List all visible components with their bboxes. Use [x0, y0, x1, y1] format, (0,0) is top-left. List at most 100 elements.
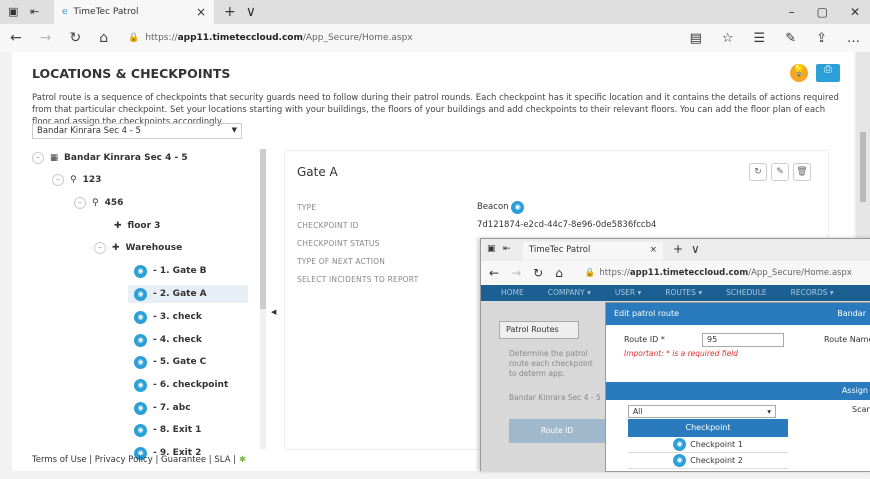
forward-icon[interactable]: →	[40, 30, 52, 46]
refresh-icon[interactable]: ↻	[533, 266, 543, 280]
browser-tab[interactable]: e TimeTec Patrol ×	[54, 0, 214, 24]
reading-view-icon[interactable]: ▤	[690, 31, 702, 46]
beacon-icon: ◉	[134, 264, 147, 278]
checkpoint-list: Checkpoint ◉ Checkpoint 1 ◉ Checkpoint 2	[628, 419, 788, 479]
tips-bulb-icon[interactable]: 💡	[790, 64, 808, 82]
terms-link[interactable]: Terms of Use	[32, 455, 87, 465]
tab-actions-icon[interactable]: ▣	[487, 244, 496, 254]
route-id-label: Route ID *	[624, 335, 665, 344]
tree-checkpoint[interactable]: ◉ - 8. Exit 1	[134, 421, 201, 439]
required-note: Important: * is a required field	[624, 349, 739, 358]
back-icon[interactable]: ←	[489, 266, 499, 280]
menu-company[interactable]: COMPANY ▾	[548, 288, 591, 298]
inset-tab[interactable]: TimeTec Patrol ×	[523, 242, 663, 260]
delete-icon[interactable]: 🗑	[793, 163, 811, 181]
beacon-icon: ◉	[134, 333, 147, 347]
inset-address-bar[interactable]: ← → ↻ ⌂ 🔒 https://app11.timeteccloud.com…	[481, 261, 870, 285]
bg-site-select[interactable]: Bandar Kinrara Sec 4 - 5	[509, 393, 605, 402]
label-type: TYPE	[297, 203, 317, 212]
tree-checkpoint[interactable]: ◉ - 1. Gate B	[134, 262, 207, 280]
tree-checkpoint[interactable]: ◉ - 7. abc	[134, 399, 191, 417]
print-button[interactable]: ⎙	[816, 64, 840, 82]
back-tab-icon[interactable]: ⇤	[503, 244, 511, 254]
menu-user[interactable]: USER ▾	[615, 288, 641, 298]
share-icon[interactable]: ⇪	[816, 31, 827, 46]
patrol-routes-tab[interactable]: Patrol Routes	[499, 321, 579, 339]
tree-node-123[interactable]: – ⚲ 123	[52, 171, 101, 189]
more-icon[interactable]: …	[847, 31, 860, 46]
favorites-hub-icon[interactable]: ☰	[754, 31, 766, 46]
back-icon[interactable]: ←	[10, 30, 22, 46]
type-value: Beacon ◉	[477, 201, 525, 214]
collapse-panel-icon[interactable]: ◀	[271, 308, 276, 316]
home-icon[interactable]: ⌂	[99, 30, 108, 46]
maximize-icon[interactable]: ▢	[817, 5, 828, 19]
tree-node-root[interactable]: – ▦ Bandar Kinrara Sec 4 - 5	[32, 149, 188, 167]
tree-checkpoint[interactable]: ◉ - 5. Gate C	[134, 353, 206, 371]
browser-chrome: ▣ ⇤ e TimeTec Patrol × + ∨ – ▢ ✕ ← → ↻ ⌂…	[0, 0, 870, 52]
beacon-icon: ◉	[134, 287, 147, 301]
close-tab-icon[interactable]: ×	[650, 245, 657, 257]
collapse-icon[interactable]: –	[74, 197, 86, 209]
minimize-icon[interactable]: –	[789, 5, 795, 19]
dropdown-caret-icon: ▼	[231, 126, 237, 134]
home-icon[interactable]: ⌂	[555, 266, 563, 280]
edit-icon[interactable]: ✎	[771, 163, 789, 181]
collapse-icon[interactable]: –	[32, 152, 44, 164]
checkpoint-item[interactable]: ◉ Checkpoint 1	[628, 437, 788, 453]
checkpoint-id-value: 7d121874-e2cd-44c7-8e96-0de5836fccb4	[477, 220, 657, 230]
lock-icon: 🔒	[584, 268, 596, 278]
sla-link[interactable]: SLA	[214, 455, 230, 465]
menu-routes[interactable]: ROUTES ▾	[665, 288, 702, 298]
tree-checkpoint[interactable]: ◉ - 3. check	[134, 308, 202, 326]
collapse-icon[interactable]: –	[94, 242, 106, 254]
new-tab-icon[interactable]: +	[224, 4, 236, 20]
beacon-icon: ◉	[134, 423, 147, 437]
address-bar[interactable]: 🔒 https://app11.timeteccloud.com/App_Sec…	[128, 28, 689, 48]
tab-list-icon[interactable]: ∨	[691, 242, 700, 256]
tree-scrollbar[interactable]	[260, 149, 266, 449]
page-title: LOCATIONS & CHECKPOINTS	[32, 66, 231, 81]
close-window-icon[interactable]: ✕	[850, 5, 860, 19]
location-tree: – ▦ Bandar Kinrara Sec 4 - 5 – ⚲ 123 – ⚲…	[32, 149, 272, 460]
label-next-action: TYPE OF NEXT ACTION	[297, 257, 386, 266]
site-select[interactable]: Bandar Kinrara Sec 4 - 5 ▼	[32, 123, 242, 139]
lock-icon: 🔒	[128, 33, 140, 43]
menu-home[interactable]: HOME	[501, 288, 524, 298]
refresh-icon[interactable]: ↻	[69, 30, 81, 46]
new-tab-icon[interactable]: +	[673, 242, 683, 256]
privacy-link[interactable]: Privacy Policy	[95, 455, 153, 465]
tree-node-floor3[interactable]: ✚ floor 3	[114, 217, 160, 235]
route-id-input[interactable]: 95	[702, 333, 784, 347]
location-pin-icon: ⚲	[70, 175, 77, 185]
tree-node-456[interactable]: – ⚲ 456	[74, 194, 123, 212]
favorite-star-icon[interactable]: ☆	[722, 31, 734, 46]
floor-pin-icon: ✚	[114, 221, 122, 231]
forward-icon[interactable]: →	[511, 266, 521, 280]
label-checkpoint-id: CHECKPOINT ID	[297, 221, 359, 230]
tree-node-warehouse[interactable]: – ✚ Warehouse	[94, 239, 182, 257]
menu-schedule[interactable]: SCHEDULE	[726, 288, 767, 298]
notes-pen-icon[interactable]: ✎	[785, 31, 796, 46]
back-tab-icon[interactable]: ⇤	[30, 5, 44, 19]
tab-actions-icon[interactable]: ▣	[8, 5, 22, 19]
tree-checkpoint[interactable]: ◉ - 6. checkpoint	[134, 376, 228, 394]
edge-icon: e	[62, 7, 68, 17]
route-name-label: Route Name	[824, 335, 870, 344]
menu-records[interactable]: RECORDS ▾	[791, 288, 834, 298]
refresh-icon[interactable]: ↻	[749, 163, 767, 181]
beacon-icon: ◉	[134, 355, 147, 369]
tab-title: TimeTec Patrol	[73, 7, 139, 17]
close-tab-icon[interactable]: ×	[196, 5, 206, 19]
footer: Terms of Use | Privacy Policy | Guarante…	[32, 455, 246, 465]
android-icon[interactable]: ✱	[239, 455, 246, 465]
filter-select[interactable]: All ▾	[628, 405, 776, 418]
beacon-icon: ◉	[673, 438, 687, 451]
guarantee-link[interactable]: Guarantee	[161, 455, 206, 465]
tree-checkpoint[interactable]: ◉ - 4. check	[134, 331, 202, 349]
tree-checkpoint-selected[interactable]: ◉ - 2. Gate A	[128, 285, 248, 303]
collapse-icon[interactable]: –	[52, 174, 64, 186]
tab-list-icon[interactable]: ∨	[246, 4, 256, 20]
checkpoint-item[interactable]: ◉ Checkpoint 2	[628, 453, 788, 469]
inset-browser-chrome: ▣ ⇤ TimeTec Patrol × + ∨ ← → ↻ ⌂ 🔒 https…	[481, 239, 870, 285]
